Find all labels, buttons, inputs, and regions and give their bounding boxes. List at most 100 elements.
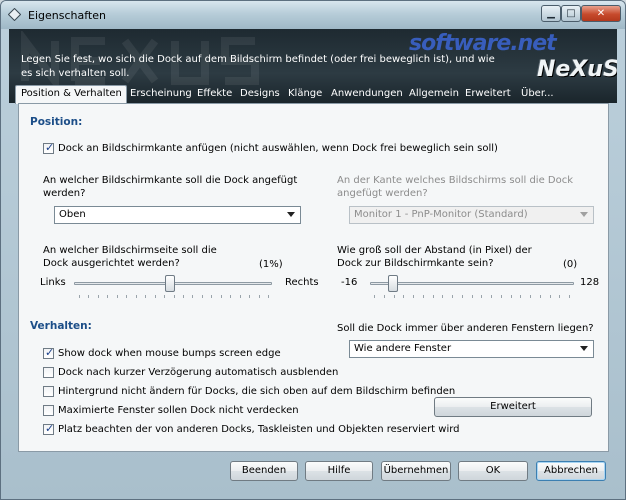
slider-tick xyxy=(259,295,260,298)
slider-tick xyxy=(559,295,560,298)
tab-position-verhalten[interactable]: Position & Verhalten xyxy=(15,85,127,104)
align-slider-thumb[interactable] xyxy=(165,275,175,292)
exit-button[interactable]: Beenden xyxy=(230,461,298,481)
distance-slider-ticks xyxy=(374,295,570,299)
reserve-space-label: Platz beachten der von anderen Docks, Ta… xyxy=(58,424,460,435)
tab-anwendungen[interactable]: Anwendungen xyxy=(331,88,403,103)
edge-dropdown-value: Oben xyxy=(59,209,86,220)
close-icon: ✕ xyxy=(596,8,606,19)
slider-tick xyxy=(98,295,99,298)
slider-tick xyxy=(174,295,175,298)
tab-strip: Position & Verhalten Erscheinung Effekte… xyxy=(9,85,617,104)
slider-tick xyxy=(569,295,570,298)
slider-tick xyxy=(117,295,118,298)
slider-tick xyxy=(192,295,193,298)
slider-tick xyxy=(240,295,241,298)
slider-tick xyxy=(462,295,463,298)
slider-tick xyxy=(433,295,434,298)
align-min-label: Links xyxy=(40,277,66,288)
slider-tick xyxy=(530,295,531,298)
help-button[interactable]: Hilfe xyxy=(305,461,373,481)
maximize-icon: □ xyxy=(566,8,576,19)
maximized-windows-checkbox[interactable] xyxy=(43,405,54,416)
slider-tick xyxy=(540,295,541,298)
slider-tick xyxy=(403,295,404,298)
tab-designs[interactable]: Designs xyxy=(240,88,280,103)
distance-slider-track[interactable] xyxy=(370,282,574,285)
slider-tick xyxy=(472,295,473,298)
slider-tick xyxy=(442,295,443,298)
slider-tick xyxy=(520,295,521,298)
distance-max-label: 128 xyxy=(580,277,600,288)
ok-button[interactable]: OK xyxy=(458,461,528,481)
slider-tick xyxy=(136,295,137,298)
chevron-down-icon xyxy=(580,212,588,217)
edge-dropdown[interactable]: Oben xyxy=(54,206,301,224)
slider-tick xyxy=(183,295,184,298)
slider-tick xyxy=(501,295,502,298)
tab-effekte[interactable]: Effekte xyxy=(197,88,232,103)
slider-tick xyxy=(249,295,250,298)
tab-allgemein[interactable]: Allgemein xyxy=(409,88,459,103)
slider-tick xyxy=(202,295,203,298)
slider-tick xyxy=(126,295,127,298)
tab-erscheinung[interactable]: Erscheinung xyxy=(130,88,192,103)
app-icon xyxy=(8,8,21,21)
attach-edge-checkbox[interactable] xyxy=(43,141,54,154)
monitor-dropdown[interactable]: Monitor 1 - PnP-Monitor (Standard) xyxy=(349,206,594,224)
distance-slider-thumb[interactable] xyxy=(387,275,398,292)
attach-edge-label: Dock an Bildschirmkante anfügen (nicht a… xyxy=(58,143,498,154)
slider-tick xyxy=(423,295,424,298)
maximize-button[interactable]: □ xyxy=(561,5,581,22)
slider-tick xyxy=(164,295,165,298)
slider-tick xyxy=(491,295,492,298)
align-value: (1%) xyxy=(259,259,283,270)
keep-background-checkbox[interactable] xyxy=(43,386,54,397)
slider-tick xyxy=(374,295,375,298)
title-bar[interactable]: Eigenschaften ▁ □ ✕ xyxy=(1,1,625,29)
properties-window: Eigenschaften ▁ □ ✕ Legen Sie fest, wo s… xyxy=(0,0,626,500)
slider-tick xyxy=(79,295,80,298)
header-description: Legen Sie fest, wo sich die Dock auf dem… xyxy=(21,54,495,79)
slider-tick xyxy=(384,295,385,298)
slider-tick xyxy=(268,295,269,298)
monitor-question: An der Kante welches Bildschirms soll di… xyxy=(337,175,574,199)
slider-tick xyxy=(211,295,212,298)
advanced-button[interactable]: Erweitert xyxy=(434,397,592,417)
slider-tick xyxy=(145,295,146,298)
align-question: An welcher Bildschirmseite soll die Dock… xyxy=(43,245,217,269)
slider-tick xyxy=(88,295,89,298)
autohide-checkbox[interactable] xyxy=(43,367,54,378)
apply-button[interactable]: Übernehmen xyxy=(381,461,451,481)
tab-panel: Position: Dock an Bildschirmkante anfüge… xyxy=(18,103,609,452)
show-on-bump-checkbox[interactable] xyxy=(43,346,54,359)
position-section-title: Position: xyxy=(30,116,83,128)
behavior-section-title: Verhalten: xyxy=(30,320,92,332)
slider-tick xyxy=(452,295,453,298)
slider-tick xyxy=(394,295,395,298)
close-button[interactable]: ✕ xyxy=(581,5,621,22)
keep-background-label: Hintergrund nicht ändern für Docks, die … xyxy=(58,386,456,397)
show-on-bump-label: Show dock when mouse bumps screen edge xyxy=(58,348,281,359)
monitor-dropdown-value: Monitor 1 - PnP-Monitor (Standard) xyxy=(354,209,528,220)
reserve-space-checkbox[interactable] xyxy=(43,422,54,435)
tab-klaenge[interactable]: Klänge xyxy=(288,88,322,103)
tab-erweitert[interactable]: Erweitert xyxy=(465,88,511,103)
tab-ueber[interactable]: Über... xyxy=(521,88,554,103)
logo-text: NeXuS xyxy=(537,57,617,82)
minimize-icon: ▁ xyxy=(547,8,555,19)
autohide-label: Dock nach kurzer Verzögerung automatisch… xyxy=(58,367,339,378)
edge-question: An welcher Bildschirmkante soll die Dock… xyxy=(43,175,298,199)
slider-tick xyxy=(107,295,108,298)
slider-tick xyxy=(511,295,512,298)
maximized-windows-label: Maximierte Fenster sollen Dock nicht ver… xyxy=(58,405,299,416)
slider-tick xyxy=(413,295,414,298)
on-top-dropdown[interactable]: Wie andere Fenster xyxy=(349,340,594,358)
on-top-dropdown-value: Wie andere Fenster xyxy=(354,343,452,354)
slider-tick xyxy=(155,295,156,298)
minimize-button[interactable]: ▁ xyxy=(541,5,561,22)
cancel-button[interactable]: Abbrechen xyxy=(536,461,606,481)
align-slider-ticks xyxy=(79,295,269,299)
window-title: Eigenschaften xyxy=(28,9,106,22)
slider-tick xyxy=(550,295,551,298)
